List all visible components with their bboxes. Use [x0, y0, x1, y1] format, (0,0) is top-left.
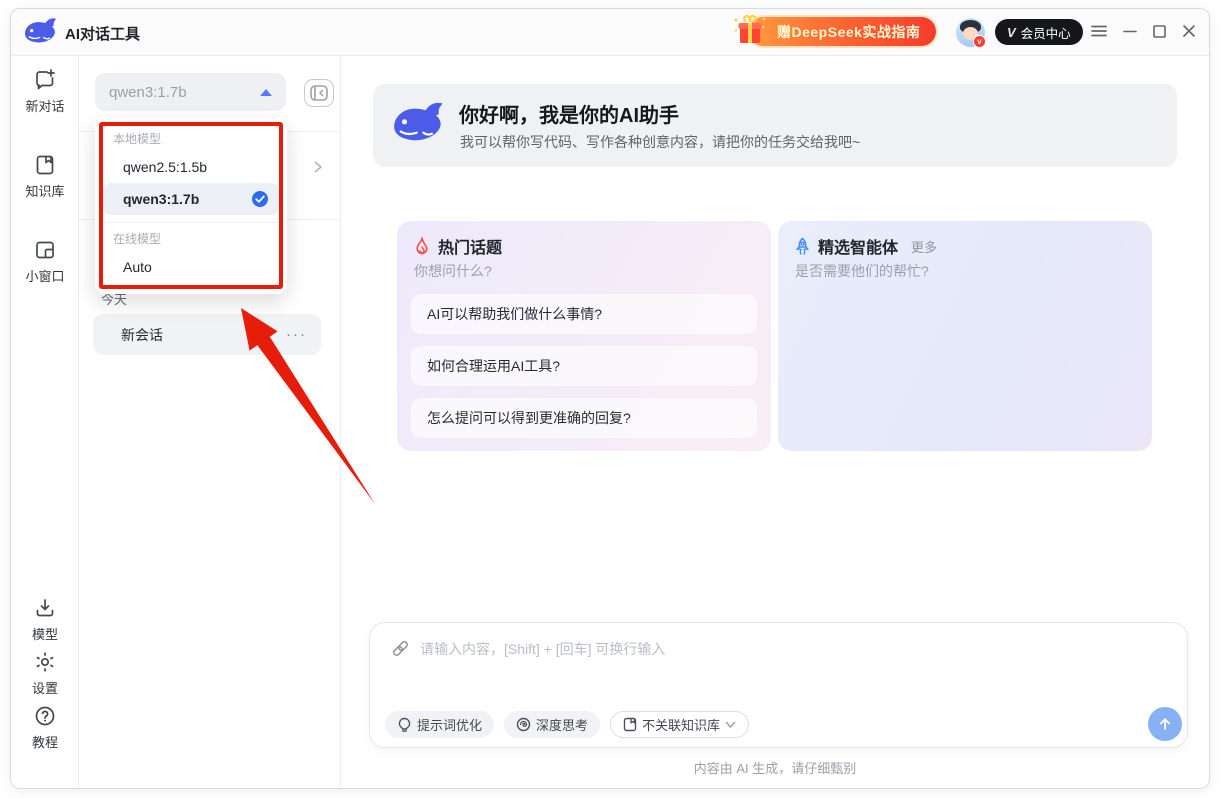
- member-center-label: 会员中心: [1021, 23, 1071, 42]
- minimize-icon[interactable]: [1122, 23, 1138, 39]
- divider: [105, 222, 277, 223]
- model-dropdown: 本地模型 qwen2.5:1.5b qwen3:1.7b 在线模型 Auto: [95, 118, 287, 294]
- collapse-sidebar-button[interactable]: [304, 79, 334, 107]
- agents-more-link[interactable]: 更多: [911, 237, 937, 256]
- welcome-subtitle: 我可以帮你写代码、写作各种创意内容，请把你的任务交给我吧~: [460, 132, 860, 152]
- session-list-item[interactable]: 新会话 ···: [93, 314, 321, 355]
- sidebar-item-models[interactable]: 模型: [11, 596, 79, 643]
- whale-logo-icon: [391, 99, 447, 149]
- close-icon[interactable]: [1181, 23, 1197, 39]
- welcome-title: 你好啊，我是你的AI助手: [459, 99, 679, 128]
- model-option-qwen25[interactable]: qwen2.5:1.5b: [103, 151, 279, 183]
- featured-agents-title: 精选智能体: [818, 234, 898, 258]
- more-ellipsis-icon[interactable]: ···: [286, 326, 307, 343]
- topic-question-button[interactable]: 怎么提问可以得到更准确的回复?: [411, 398, 757, 438]
- knowledge-base-link-chip[interactable]: 不关联知识库: [610, 711, 749, 738]
- model-option-auto[interactable]: Auto: [103, 251, 279, 283]
- window-controls: [1090, 22, 1197, 40]
- hot-topics-title: 热门话题: [438, 234, 502, 258]
- title-bar: AI对话工具 赠DeepSeek实战指南 v V 会员中心: [11, 9, 1210, 56]
- featured-agents-subtitle: 是否需要他们的帮忙?: [795, 261, 929, 281]
- download-icon: [33, 596, 57, 620]
- composer-chips: 提示词优化 深度思考 不关联知识库: [385, 711, 749, 738]
- gift-icon: [733, 14, 767, 48]
- promo-banner[interactable]: 赠DeepSeek实战指南: [749, 17, 936, 46]
- model-option-qwen3-selected[interactable]: qwen3:1.7b: [103, 183, 279, 215]
- local-models-group-label: 本地模型: [113, 130, 279, 147]
- send-button[interactable]: [1148, 707, 1182, 741]
- hot-topics-subtitle: 你想问什么?: [414, 261, 492, 281]
- model-selector[interactable]: qwen3:1.7b: [95, 73, 286, 111]
- rocket-icon: [794, 237, 811, 256]
- member-center-button[interactable]: V 会员中心: [995, 19, 1083, 45]
- message-input[interactable]: [420, 637, 1040, 661]
- app-title: AI对话工具: [65, 23, 140, 44]
- prompt-optimize-chip[interactable]: 提示词优化: [385, 711, 494, 738]
- arrow-up-icon: [1157, 716, 1173, 732]
- knowledge-base-icon: [33, 153, 57, 177]
- sidebar-item-knowledge-base[interactable]: 知识库: [11, 153, 79, 200]
- lightbulb-icon: [397, 717, 412, 733]
- sidebar-item-settings[interactable]: 设置: [11, 650, 79, 697]
- topic-question-button[interactable]: 如何合理运用AI工具?: [411, 346, 757, 386]
- chevron-down-icon: [725, 721, 736, 729]
- session-title: 新会话: [121, 325, 286, 345]
- check-circle-icon: [251, 190, 269, 208]
- help-icon: [33, 704, 57, 728]
- maximize-icon[interactable]: [1152, 24, 1167, 39]
- whale-logo-icon: [23, 16, 59, 48]
- promo-label: 赠DeepSeek实战指南: [777, 22, 920, 42]
- new-chat-icon: [33, 68, 57, 92]
- welcome-card: 你好啊，我是你的AI助手 我可以帮你写代码、写作各种创意内容，请把你的任务交给我…: [373, 84, 1177, 167]
- avatar-vip-badge: v: [973, 35, 986, 48]
- menu-icon[interactable]: [1090, 22, 1108, 40]
- flame-icon: [413, 236, 431, 256]
- main-content: 你好啊，我是你的AI助手 我可以帮你写代码、写作各种创意内容，请把你的任务交给我…: [341, 56, 1209, 788]
- model-selector-value: qwen3:1.7b: [109, 84, 260, 101]
- gear-icon: [33, 650, 57, 674]
- hot-topics-card: 热门话题 你想问什么? AI可以帮助我们做什么事情? 如何合理运用AI工具? 怎…: [397, 221, 771, 451]
- featured-agents-card: 精选智能体 更多 是否需要他们的帮忙?: [778, 221, 1152, 451]
- composer-card: 提示词优化 深度思考 不关联知识库: [369, 622, 1188, 748]
- sidebar-item-tutorial[interactable]: 教程: [11, 704, 79, 751]
- attach-link-icon[interactable]: [390, 638, 411, 659]
- online-models-group-label: 在线模型: [113, 230, 279, 247]
- sidebar-item-mini-window[interactable]: 小窗口: [11, 238, 79, 285]
- deepthink-icon: [516, 717, 531, 732]
- chevron-up-icon: [260, 89, 272, 96]
- mini-window-icon: [33, 238, 57, 262]
- sidebar-item-new-chat[interactable]: 新对话: [11, 68, 79, 115]
- left-nav: 新对话 知识库 小窗口 模型: [11, 56, 79, 788]
- topic-question-button[interactable]: AI可以帮助我们做什么事情?: [411, 294, 757, 334]
- chevron-right-icon[interactable]: [312, 160, 324, 174]
- vip-v-icon: V: [1007, 25, 1016, 40]
- book-icon: [623, 717, 637, 732]
- ai-disclaimer: 内容由 AI 生成，请仔细甄别: [341, 758, 1209, 777]
- app-window: AI对话工具 赠DeepSeek实战指南 v V 会员中心: [10, 8, 1210, 789]
- deep-think-chip[interactable]: 深度思考: [504, 711, 600, 738]
- collapse-panel-icon: [310, 85, 328, 101]
